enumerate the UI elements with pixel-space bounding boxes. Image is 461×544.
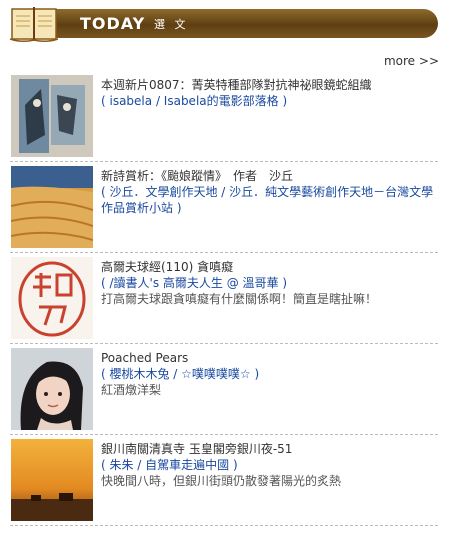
- article-list: 本週新片0807：菁英特種部隊對抗神祕眼鏡蛇組織 ( isabela / Isa…: [10, 71, 438, 526]
- item-source[interactable]: ( /讀書人's 高爾夫人生 @ 溫哥華 ): [101, 275, 437, 291]
- list-item[interactable]: 銀川南關清真寺 玉皇閣旁銀川夜-51 ( 朱朱 / 自駕車走遍中國 ) 快晚間八…: [10, 435, 438, 526]
- list-item[interactable]: 本週新片0807：菁英特種部隊對抗神祕眼鏡蛇組織 ( isabela / Isa…: [10, 71, 438, 162]
- item-thumbnail[interactable]: [11, 439, 93, 521]
- header-banner: TODAY 選 文: [50, 9, 438, 38]
- book-icon: [9, 7, 59, 43]
- item-title[interactable]: 銀川南關清真寺 玉皇閣旁銀川夜-51: [101, 441, 437, 457]
- item-source[interactable]: ( 櫻桃木木兔 / ☆噗噗噗噗☆ ): [101, 366, 437, 382]
- list-item[interactable]: Poached Pears ( 櫻桃木木兔 / ☆噗噗噗噗☆ ) 紅酒燉洋梨: [10, 344, 438, 435]
- item-title[interactable]: Poached Pears: [101, 350, 437, 366]
- list-item[interactable]: 新詩賞析：《颱娘蹤情》 作者 沙丘 ( 沙丘．文學創作天地 / 沙丘．純文學藝術…: [10, 162, 438, 253]
- item-source[interactable]: ( isabela / Isabela的電影部落格 ): [101, 93, 437, 109]
- item-source[interactable]: ( 沙丘．文學創作天地 / 沙丘．純文學藝術創作天地－台灣文學作品賞析小站 ): [101, 184, 437, 216]
- item-title[interactable]: 高爾夫球經(110) 貪嗔癡: [101, 259, 437, 275]
- more-link[interactable]: more >>: [384, 54, 439, 68]
- item-description: 打高爾夫球跟貪嗔癡有什麼關係啊！簡直是瞎扯嘛！: [101, 292, 378, 306]
- today-header: TODAY 選 文: [0, 0, 461, 50]
- item-description: 快晚間八時，但銀川街頭仍散發著陽光的炙熱: [101, 474, 342, 488]
- header-title: TODAY: [80, 14, 146, 33]
- item-thumbnail[interactable]: [11, 75, 93, 157]
- list-item[interactable]: 高爾夫球經(110) 貪嗔癡 ( /讀書人's 高爾夫人生 @ 溫哥華 ) 打高…: [10, 253, 438, 344]
- item-title[interactable]: 新詩賞析：《颱娘蹤情》 作者 沙丘: [101, 168, 437, 184]
- header-subtitle: 選 文: [154, 18, 189, 31]
- item-description: 紅酒燉洋梨: [101, 383, 162, 397]
- item-thumbnail[interactable]: [11, 348, 93, 430]
- item-source[interactable]: ( 朱朱 / 自駕車走遍中國 ): [101, 457, 437, 473]
- item-title[interactable]: 本週新片0807：菁英特種部隊對抗神祕眼鏡蛇組織: [101, 77, 437, 93]
- item-thumbnail[interactable]: [11, 257, 93, 339]
- item-thumbnail[interactable]: [11, 166, 93, 248]
